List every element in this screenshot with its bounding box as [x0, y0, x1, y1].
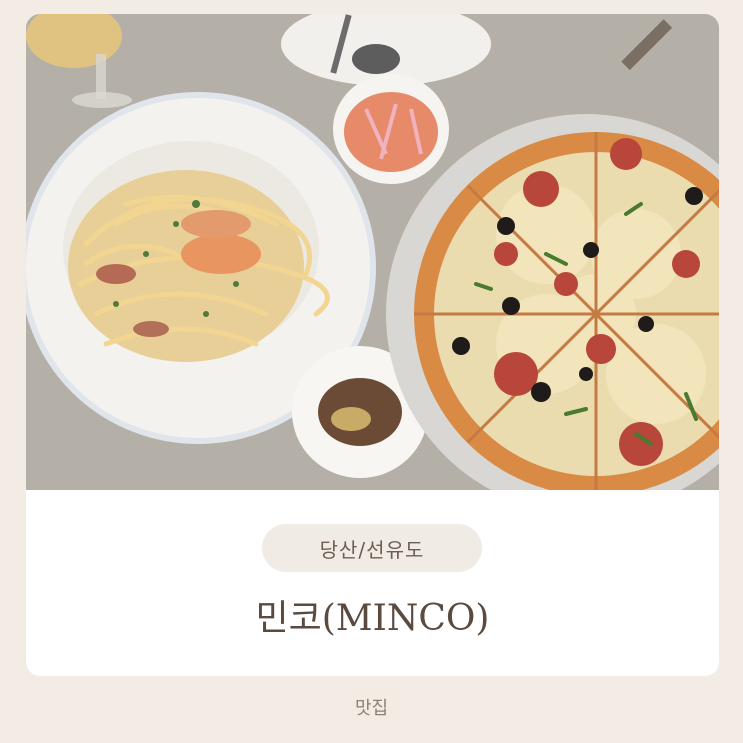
food-photo: [26, 14, 719, 490]
location-tag-label: 당산/선유도: [319, 537, 425, 562]
restaurant-title: 민코(MINCO): [255, 598, 490, 639]
location-tag: 당산/선유도: [262, 524, 482, 572]
category-label: 맛집: [354, 698, 389, 719]
post-card: 당산/선유도 민코(MINCO): [26, 14, 719, 676]
